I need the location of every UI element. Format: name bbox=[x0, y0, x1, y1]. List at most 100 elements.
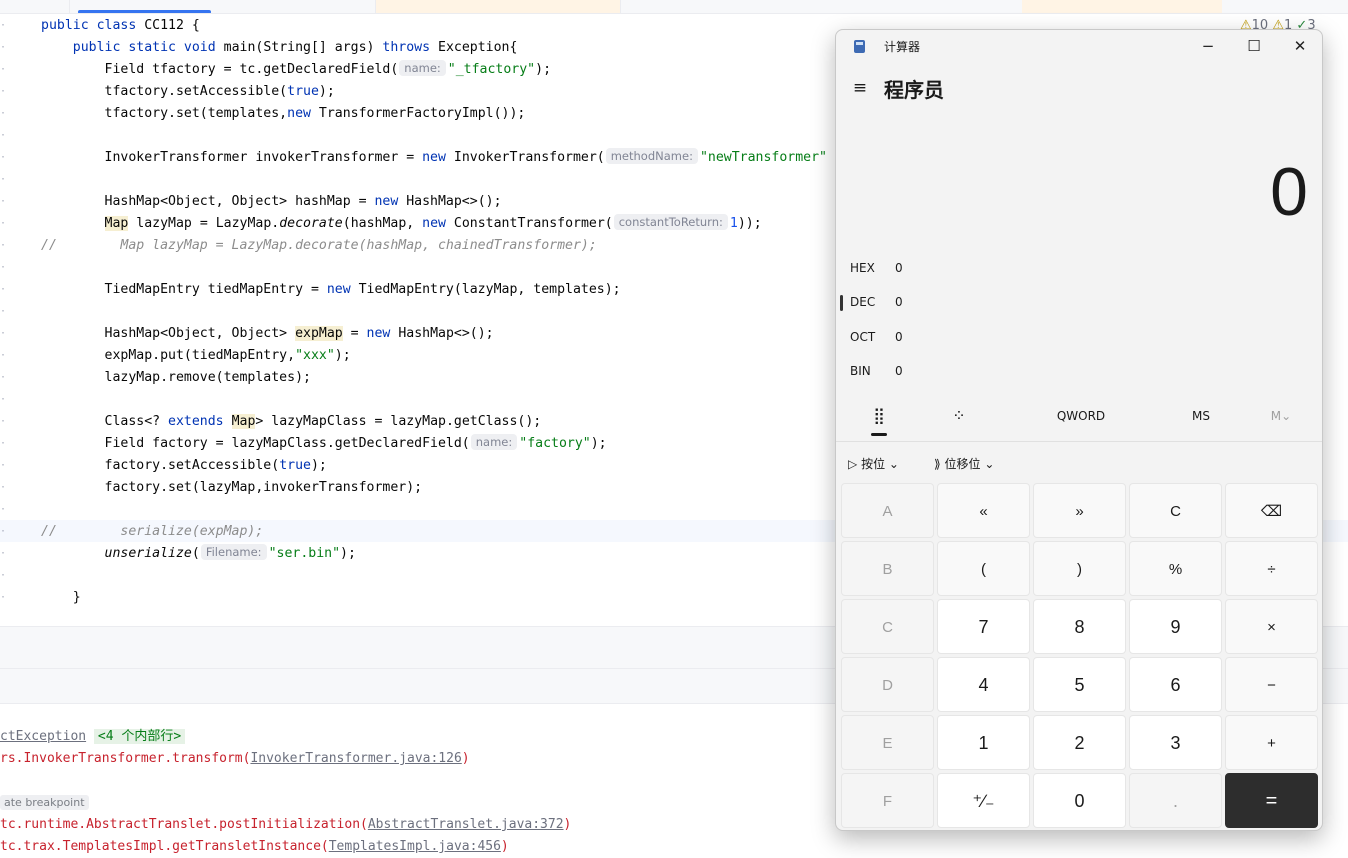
key-9[interactable]: 9 bbox=[1129, 599, 1222, 654]
multiply-button[interactable]: × bbox=[1225, 599, 1318, 654]
code-token: ); bbox=[535, 62, 552, 77]
base-row-bin[interactable]: BIN 0 bbox=[850, 359, 903, 383]
memory-view-button[interactable]: M⌄ bbox=[1256, 396, 1306, 436]
negate-button[interactable]: ⁺∕₋ bbox=[937, 773, 1030, 828]
code-line[interactable]: factory.set(lazyMap,invokerTransformer); bbox=[41, 477, 423, 499]
console-line: rs.InvokerTransformer.transform(InvokerT… bbox=[0, 748, 470, 770]
keypad-tabs: ⣿ ⁘ QWORD MS M⌄ bbox=[836, 396, 1322, 440]
breakpoint-hint[interactable]: ate breakpoint bbox=[0, 795, 89, 810]
code-token: new bbox=[287, 106, 319, 121]
key-hex-a[interactable]: A bbox=[841, 483, 934, 538]
code-line[interactable]: InvokerTransformer invokerTransformer = … bbox=[41, 147, 827, 169]
key-8[interactable]: 8 bbox=[1033, 599, 1126, 654]
editor-tab-bar[interactable] bbox=[0, 0, 1348, 14]
code-line[interactable]: lazyMap.remove(templates); bbox=[41, 367, 311, 389]
code-token: HashMap<>(); bbox=[398, 326, 494, 341]
stack-frame-text: rs.InvokerTransformer.transform( bbox=[0, 751, 251, 766]
memory-store-button[interactable]: MS bbox=[1176, 396, 1226, 436]
code-line[interactable]: // serialize(expMap); bbox=[41, 521, 263, 543]
shift-left-button[interactable]: « bbox=[937, 483, 1030, 538]
code-token: TiedMapEntry tiedMapEntry = bbox=[41, 282, 327, 297]
selected-base-indicator bbox=[840, 295, 843, 311]
bitshift-dropdown[interactable]: ⟫ 位移位 ⌄ bbox=[934, 454, 994, 474]
key-3[interactable]: 3 bbox=[1129, 715, 1222, 770]
code-token: HashMap<>(); bbox=[406, 194, 502, 209]
code-token: Map bbox=[231, 414, 256, 429]
key-7[interactable]: 7 bbox=[937, 599, 1030, 654]
internal-lines-badge[interactable]: <4 个内部行> bbox=[93, 729, 186, 744]
code-line[interactable]: TiedMapEntry tiedMapEntry = new TiedMapE… bbox=[41, 279, 621, 301]
base-value: 0 bbox=[895, 295, 903, 309]
minus-button[interactable]: − bbox=[1225, 657, 1318, 712]
key-6[interactable]: 6 bbox=[1129, 657, 1222, 712]
calculator-titlebar[interactable]: 计算器 − ☐ ✕ bbox=[836, 30, 1322, 62]
code-token: true bbox=[287, 84, 319, 99]
key-5[interactable]: 5 bbox=[1033, 657, 1126, 712]
key-hex-d[interactable]: D bbox=[841, 657, 934, 712]
backspace-button[interactable]: ⌫ bbox=[1225, 483, 1318, 538]
clear-button[interactable]: C bbox=[1129, 483, 1222, 538]
source-link[interactable]: AbstractTranslet.java:372 bbox=[368, 817, 564, 832]
base-row-hex[interactable]: HEX 0 bbox=[850, 256, 903, 280]
code-line[interactable]: } bbox=[41, 587, 81, 609]
mode-title: 程序员 bbox=[884, 78, 944, 102]
code-line[interactable]: unserialize(Filename: "ser.bin"); bbox=[41, 543, 356, 565]
base-value: 0 bbox=[895, 330, 903, 344]
base-row-dec[interactable]: DEC 0 bbox=[850, 290, 903, 314]
stack-frame-end: ) bbox=[500, 839, 509, 854]
menu-icon[interactable]: ≡ bbox=[850, 78, 870, 98]
code-line[interactable]: Map lazyMap = LazyMap.decorate(hashMap, … bbox=[41, 213, 762, 235]
code-token: HashMap<Object, Object> hashMap = bbox=[41, 194, 375, 209]
key-hex-c[interactable]: C bbox=[841, 599, 934, 654]
code-line[interactable]: HashMap<Object, Object> hashMap = new Ha… bbox=[41, 191, 502, 213]
code-line[interactable]: expMap.put(tiedMapEntry,"xxx"); bbox=[41, 345, 351, 367]
exception-link[interactable]: ctException bbox=[0, 729, 86, 744]
key-2[interactable]: 2 bbox=[1033, 715, 1126, 770]
keypad-icon[interactable]: ⣿ bbox=[856, 396, 902, 436]
code-line[interactable]: tfactory.set(templates,new TransformerFa… bbox=[41, 103, 526, 125]
chevron-down-icon: ⌄ bbox=[984, 457, 995, 471]
equals-button[interactable]: = bbox=[1225, 773, 1318, 828]
close-button[interactable]: ✕ bbox=[1277, 30, 1322, 62]
bit-toggle-icon[interactable]: ⁘ bbox=[936, 396, 982, 436]
code-line[interactable]: Class<? extends Map> lazyMapClass = lazy… bbox=[41, 411, 541, 433]
plus-button[interactable]: + bbox=[1225, 715, 1318, 770]
code-token: ); bbox=[318, 84, 335, 99]
code-token: = bbox=[342, 326, 367, 341]
key-hex-b[interactable]: B bbox=[841, 541, 934, 596]
code-line[interactable]: HashMap<Object, Object> expMap = new Has… bbox=[41, 323, 494, 345]
calculator-window[interactable]: 计算器 − ☐ ✕ ≡ 程序员 0 HEX 0 DEC 0 OCT 0 BIN 0 ⣿ ⁘ Q… bbox=[835, 29, 1323, 831]
base-row-oct[interactable]: OCT 0 bbox=[850, 325, 903, 349]
maximize-button[interactable]: ☐ bbox=[1231, 30, 1277, 62]
active-keypad-tab bbox=[871, 433, 887, 436]
shift-right-button[interactable]: » bbox=[1033, 483, 1126, 538]
code-line[interactable]: tfactory.setAccessible(true); bbox=[41, 81, 335, 103]
code-line[interactable]: Field factory = lazyMapClass.getDeclared… bbox=[41, 433, 607, 455]
code-token: Map bbox=[104, 216, 129, 231]
key-4[interactable]: 4 bbox=[937, 657, 1030, 712]
code-line[interactable]: factory.setAccessible(true); bbox=[41, 455, 327, 477]
console-line: tc.trax.TemplatesImpl.getTransletInstanc… bbox=[0, 836, 509, 858]
code-line[interactable]: public static void main(String[] args) t… bbox=[41, 37, 518, 59]
key-hex-e[interactable]: E bbox=[841, 715, 934, 770]
code-line[interactable]: Field tfactory = tc.getDeclaredField(nam… bbox=[41, 59, 551, 81]
key-1[interactable]: 1 bbox=[937, 715, 1030, 770]
parameter-hint: name: bbox=[470, 434, 518, 450]
close-paren-button[interactable]: ) bbox=[1033, 541, 1126, 596]
divide-button[interactable]: ÷ bbox=[1225, 541, 1318, 596]
key-0[interactable]: 0 bbox=[1033, 773, 1126, 828]
key-hex-f[interactable]: F bbox=[841, 773, 934, 828]
code-token: new bbox=[374, 194, 407, 209]
code-line[interactable]: // Map lazyMap = LazyMap.decorate(hashMa… bbox=[41, 235, 597, 257]
open-paren-button[interactable]: ( bbox=[937, 541, 1030, 596]
calculator-app-icon bbox=[854, 40, 865, 53]
minimize-button[interactable]: − bbox=[1185, 30, 1231, 62]
modulo-button[interactable]: % bbox=[1129, 541, 1222, 596]
decimal-button[interactable]: . bbox=[1129, 773, 1222, 828]
source-link[interactable]: InvokerTransformer.java:126 bbox=[250, 751, 461, 766]
source-link[interactable]: TemplatesImpl.java:456 bbox=[329, 839, 501, 854]
code-line[interactable]: public class CC112 { bbox=[41, 15, 200, 37]
bitwise-dropdown[interactable]: ▷ 按位 ⌄ bbox=[848, 454, 899, 474]
word-size-button[interactable]: QWORD bbox=[1041, 396, 1121, 436]
code-token: )); bbox=[737, 216, 762, 231]
